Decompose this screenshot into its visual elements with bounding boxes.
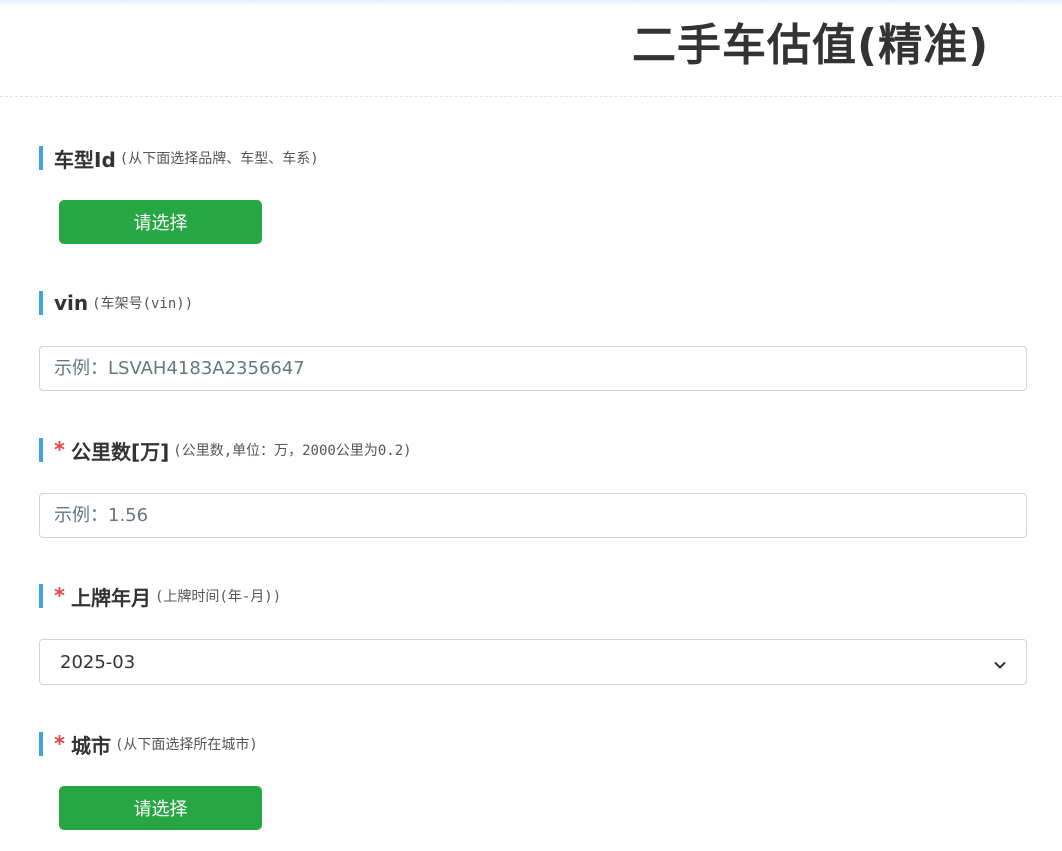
- vin-label: vin (车架号(vin)): [39, 291, 193, 315]
- required-mark: *: [54, 438, 65, 462]
- city-select-button-label: 请选择: [133, 799, 188, 820]
- label-accent-bar: [39, 584, 43, 608]
- mileage-input[interactable]: [39, 493, 1027, 538]
- reg-date-label-text: 上牌年月: [70, 585, 151, 610]
- required-mark: *: [54, 584, 65, 608]
- reg-date-hint: (上牌时间(年-月)): [154, 589, 282, 605]
- mileage-label: * 公里数[万] (公里数,单位：万，2000公里为0.2): [39, 438, 412, 464]
- city-hint: (从下面选择所在城市): [114, 737, 258, 753]
- model-id-label-text: 车型Id: [54, 147, 116, 172]
- vin-input[interactable]: [39, 346, 1027, 391]
- reg-date-selected-value: 2025-03: [60, 651, 136, 673]
- model-id-hint: (从下面选择品牌、车型、车系): [119, 151, 319, 167]
- required-mark: *: [54, 732, 65, 756]
- city-label: * 城市 (从下面选择所在城市): [39, 732, 258, 758]
- vin-label-text: vin: [54, 291, 89, 315]
- reg-date-label: * 上牌年月 (上牌时间(年-月)): [39, 584, 282, 610]
- page-title: 二手车估值(精准): [632, 20, 990, 71]
- reg-date-select[interactable]: 2025-03: [39, 639, 1027, 685]
- chevron-down-icon: [994, 656, 1006, 669]
- page-header: 二手车估值(精准): [0, 0, 1062, 97]
- model-id-label: 车型Id (从下面选择品牌、车型、车系): [39, 146, 319, 172]
- city-select-button[interactable]: 请选择: [59, 786, 262, 830]
- model-select-button-label: 请选择: [133, 213, 188, 234]
- label-accent-bar: [39, 146, 43, 170]
- model-select-button[interactable]: 请选择: [59, 200, 262, 244]
- mileage-label-text: 公里数[万]: [70, 439, 170, 464]
- label-accent-bar: [39, 732, 43, 756]
- city-label-text: 城市: [70, 733, 111, 758]
- vin-hint: (车架号(vin)): [92, 296, 194, 312]
- mileage-hint: (公里数,单位：万，2000公里为0.2): [173, 443, 412, 459]
- label-accent-bar: [39, 438, 43, 462]
- label-accent-bar: [39, 291, 43, 315]
